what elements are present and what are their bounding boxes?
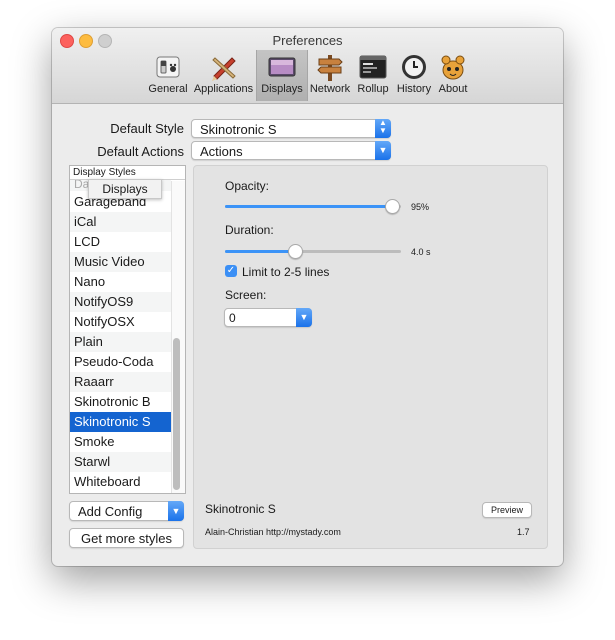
toolbar-item-about[interactable]: About xyxy=(435,50,471,101)
list-item[interactable]: Plain xyxy=(70,332,171,352)
displays-tooltip: Displays xyxy=(88,179,162,199)
get-more-styles-button[interactable]: Get more styles xyxy=(69,528,184,548)
list-item[interactable]: Raaarr xyxy=(70,372,171,392)
toolbar-label-about: About xyxy=(438,83,468,95)
list-scrollbar-thumb[interactable] xyxy=(173,338,180,490)
default-style-popup[interactable]: Skinotronic S ▲ ▼ xyxy=(191,119,391,138)
toolbar-item-applications[interactable]: Applications xyxy=(192,50,255,101)
limit-lines-label: Limit to 2-5 lines xyxy=(242,265,330,279)
style-name: Skinotronic S xyxy=(205,502,276,516)
list-item[interactable]: Whiteboard xyxy=(70,472,171,492)
displays-monitor-icon xyxy=(268,57,296,77)
list-column-header[interactable]: Display Styles xyxy=(70,166,185,180)
toolbar-item-rollup[interactable]: Rollup xyxy=(353,50,393,101)
default-style-value: Skinotronic S xyxy=(200,122,277,137)
toolbar-label-history: History xyxy=(396,83,432,95)
list-item[interactable]: Starwl xyxy=(70,452,171,472)
screen-label: Screen: xyxy=(225,288,267,302)
style-version: 1.7 xyxy=(517,527,530,537)
toolbar-label-network: Network xyxy=(309,83,351,95)
general-switch-icon xyxy=(156,56,180,78)
preferences-window: Preferences General Applications Display… xyxy=(52,28,563,566)
chevron-down-icon: ▼ xyxy=(375,141,391,160)
list-item[interactable]: LCD xyxy=(70,232,171,252)
toolbar-item-general[interactable]: General xyxy=(146,50,190,101)
about-paw-icon xyxy=(441,55,465,80)
chevron-down-icon: ▼ xyxy=(296,308,312,327)
title-bar: Preferences General Applications Display… xyxy=(52,28,563,104)
applications-pencil-icon xyxy=(211,57,236,81)
window-title: Preferences xyxy=(272,33,343,48)
screen-popup[interactable]: 0 ▼ xyxy=(224,308,312,327)
network-signpost-icon xyxy=(317,55,343,81)
opacity-slider-knob[interactable] xyxy=(385,199,400,214)
add-config-popup[interactable]: Add Config ▼ xyxy=(69,501,184,521)
opacity-label: Opacity: xyxy=(225,179,270,193)
style-author: Alain-Christian http://mystady.com xyxy=(205,527,341,537)
duration-slider-knob[interactable] xyxy=(288,244,303,259)
limit-lines-checkbox[interactable]: ✓ xyxy=(225,265,237,277)
screen-value: 0 xyxy=(229,311,236,325)
list-item[interactable]: Pseudo-Coda xyxy=(70,352,171,372)
default-actions-popup[interactable]: Actions ▼ xyxy=(191,141,391,160)
toolbar-label-rollup: Rollup xyxy=(357,83,389,95)
toolbar-label-applications: Applications xyxy=(193,83,254,95)
toolbar-label-general: General xyxy=(148,83,188,95)
list-item[interactable]: Smoke xyxy=(70,432,171,452)
display-styles-list[interactable]: Darkroom Garageband iCal LCD Music Video… xyxy=(69,165,186,494)
history-clock-icon xyxy=(402,55,426,79)
toolbar-item-network[interactable]: Network xyxy=(308,50,352,101)
list-item[interactable]: iCal xyxy=(70,212,171,232)
default-actions-label: Default Actions xyxy=(97,144,184,159)
toolbar-item-history[interactable]: History xyxy=(394,50,434,101)
opacity-slider-fill xyxy=(225,205,392,208)
chevron-down-icon: ▼ xyxy=(168,501,184,521)
duration-value: 4.0 s xyxy=(411,247,431,257)
list-item[interactable]: NotifyOS9 xyxy=(70,292,171,312)
duration-slider-fill xyxy=(225,250,295,253)
default-style-label: Default Style xyxy=(110,121,184,136)
toolbar-item-displays[interactable]: Displays xyxy=(256,50,308,101)
rollup-terminal-icon xyxy=(359,55,387,79)
opacity-value: 95% xyxy=(411,202,430,212)
default-actions-value: Actions xyxy=(200,144,243,159)
list-item[interactable]: Music Video xyxy=(70,252,171,272)
toolbar-label-displays: Displays xyxy=(261,83,303,95)
list-item[interactable]: NotifyOSX xyxy=(70,312,171,332)
style-settings-panel: Opacity: 95% Duration: 4.0 s ✓ Limit to … xyxy=(193,165,548,549)
duration-label: Duration: xyxy=(225,223,274,237)
updown-arrows-icon: ▲ ▼ xyxy=(375,119,391,138)
list-item[interactable]: Nano xyxy=(70,272,171,292)
list-item[interactable]: Skinotronic B xyxy=(70,392,171,412)
list-item-selected[interactable]: Skinotronic S xyxy=(70,412,171,432)
add-config-label: Add Config xyxy=(78,504,143,519)
preview-button[interactable]: Preview xyxy=(482,502,532,518)
